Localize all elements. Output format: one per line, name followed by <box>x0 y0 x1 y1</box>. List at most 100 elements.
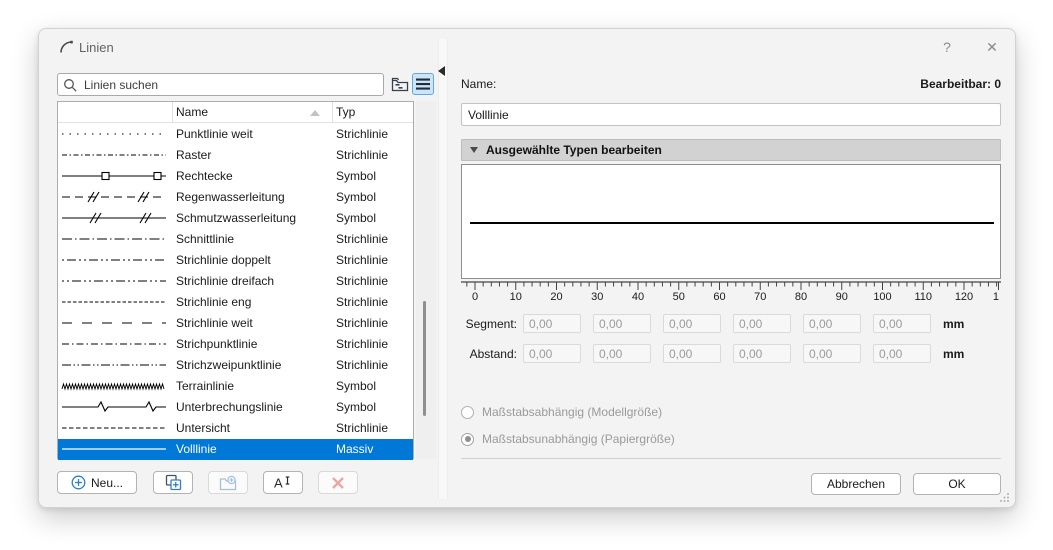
row-name: Strichzweipunktlinie <box>176 358 281 372</box>
edit-selected-types-header[interactable]: Ausgewählte Typen bearbeiten <box>461 139 1001 161</box>
name-input[interactable] <box>461 103 1001 126</box>
row-name: Schnittlinie <box>176 232 234 246</box>
list-row-strichpunktlinie[interactable]: StrichpunktlinieStrichlinie <box>58 334 413 355</box>
line-style-preview <box>60 379 168 393</box>
row-typ: Strichlinie <box>336 253 388 267</box>
delete-button <box>318 471 358 494</box>
rename-icon: A <box>273 475 293 490</box>
panel-splitter[interactable] <box>438 39 448 499</box>
footer-divider <box>461 458 1001 459</box>
line-style-preview <box>60 337 168 351</box>
cancel-button[interactable]: Abbrechen <box>811 473 901 495</box>
plus-circle-icon <box>71 475 86 490</box>
list-row-unterbrechungslinie[interactable]: UnterbrechungslinieSymbol <box>58 397 413 418</box>
svg-text:0: 0 <box>472 291 478 302</box>
segment-field-6 <box>873 314 931 333</box>
new-button[interactable]: Neu... <box>57 471 137 494</box>
folder-view-button[interactable] <box>389 73 411 95</box>
line-preview-cell <box>60 379 168 396</box>
list-scrollbar[interactable] <box>416 101 436 459</box>
svg-text:1: 1 <box>993 291 999 302</box>
list-row-strichlinie-weit[interactable]: Strichlinie weitStrichlinie <box>58 313 413 334</box>
line-preview-cell <box>60 169 168 186</box>
line-style-preview <box>60 295 168 309</box>
line-style-preview <box>60 316 168 330</box>
scale-dependent-option: Maßstabsabhängig (Modellgröße) <box>461 404 1001 420</box>
row-typ: Symbol <box>336 190 376 204</box>
list-row-raster[interactable]: RasterStrichlinie <box>58 145 413 166</box>
search-input[interactable] <box>82 74 380 95</box>
line-style-preview <box>60 274 168 288</box>
abstand-field-4 <box>733 344 791 363</box>
collapse-panel-icon[interactable] <box>438 66 445 76</box>
close-button[interactable]: ✕ <box>979 35 1005 59</box>
list-row-strichlinie-doppelt[interactable]: Strichlinie doppeltStrichlinie <box>58 250 413 271</box>
list-row-strichlinie-dreifach[interactable]: Strichlinie dreifachStrichlinie <box>58 271 413 292</box>
duplicate-button[interactable] <box>153 471 193 494</box>
row-typ: Symbol <box>336 379 376 393</box>
row-typ: Symbol <box>336 169 376 183</box>
list-row-untersicht[interactable]: UntersichtStrichlinie <box>58 418 413 439</box>
duplicate-icon <box>165 474 182 491</box>
search-box <box>57 73 384 96</box>
folder-tree-icon <box>391 76 409 92</box>
row-name: Unterbrechungslinie <box>176 400 283 414</box>
list-row-regenwasserleitung[interactable]: RegenwasserleitungSymbol <box>58 187 413 208</box>
list-row-terrainlinie[interactable]: TerrainlinieSymbol <box>58 376 413 397</box>
column-divider <box>332 102 333 123</box>
scale-independent-option: Maßstabsunabhängig (Papiergröße) <box>461 431 1001 447</box>
svg-text:30: 30 <box>591 291 603 302</box>
list-row-schnittlinie[interactable]: Schnittlinie Strichlinie <box>58 229 413 250</box>
segment-unit: mm <box>943 317 964 331</box>
line-preview-cell <box>60 127 168 144</box>
rename-button[interactable]: A <box>263 471 303 494</box>
line-preview-cell <box>60 316 168 333</box>
search-icon <box>63 78 78 93</box>
row-name: Rechtecke <box>176 169 233 183</box>
list-row-strichlinie-eng[interactable]: Strichlinie engStrichlinie <box>58 292 413 313</box>
abstand-row: Abstand: mm <box>461 344 1001 364</box>
svg-text:100: 100 <box>873 291 891 302</box>
resize-grip[interactable] <box>999 492 1010 503</box>
row-typ: Strichlinie <box>336 358 388 372</box>
abstand-field-3 <box>663 344 721 363</box>
line-preview-cell <box>60 295 168 312</box>
column-header-typ[interactable]: Typ <box>336 105 355 119</box>
radio-scale-dependent[interactable] <box>461 406 474 419</box>
row-name: Strichlinie eng <box>176 295 251 309</box>
ruler-scale: 01020304050607080901001101201 <box>461 281 1001 302</box>
row-typ: Strichlinie <box>336 232 388 246</box>
list-view-button[interactable] <box>412 73 434 95</box>
list-scrollbar-thumb[interactable] <box>423 301 426 416</box>
list-row-strichzweipunktlinie[interactable]: Strichzweipunktlinie Strichlinie <box>58 355 413 376</box>
line-preview-cell <box>60 232 168 249</box>
segment-row: Segment: mm <box>461 314 1001 334</box>
radio-scale-independent-label: Maßstabsunabhängig (Papiergröße) <box>482 432 675 446</box>
help-button[interactable]: ? <box>934 35 960 59</box>
section-title: Ausgewählte Typen bearbeiten <box>486 143 662 157</box>
row-typ: Massiv <box>336 442 373 456</box>
new-folder-button <box>208 471 248 494</box>
list-row-volllinie[interactable]: VolllinieMassiv <box>58 439 413 460</box>
ruler: 01020304050607080901001101201 <box>461 281 1001 302</box>
ok-button[interactable]: OK <box>913 473 1001 495</box>
line-type-list: Name Typ Punktlinie weitStrichlinieRaste… <box>57 101 414 459</box>
line-preview-area[interactable] <box>461 164 1001 279</box>
dialog-title: Linien <box>79 40 114 55</box>
svg-text:40: 40 <box>632 291 644 302</box>
abstand-field-1 <box>523 344 581 363</box>
line-style-preview <box>60 400 168 414</box>
row-name: Strichlinie weit <box>176 316 253 330</box>
row-name: Punktlinie weit <box>176 127 253 141</box>
svg-text:110: 110 <box>914 291 932 302</box>
line-style-preview <box>60 358 168 372</box>
line-preview-cell <box>60 253 168 270</box>
column-header-name[interactable]: Name <box>176 105 208 119</box>
list-row-punktlinie-weit[interactable]: Punktlinie weitStrichlinie <box>58 124 413 145</box>
list-row-schmutzwasserleitung[interactable]: SchmutzwasserleitungSymbol <box>58 208 413 229</box>
line-style-preview <box>60 211 168 225</box>
radio-scale-independent[interactable] <box>461 433 474 446</box>
abstand-unit: mm <box>943 347 964 361</box>
list-row-rechtecke[interactable]: Rechtecke Symbol <box>58 166 413 187</box>
preview-solid-line <box>470 222 994 224</box>
